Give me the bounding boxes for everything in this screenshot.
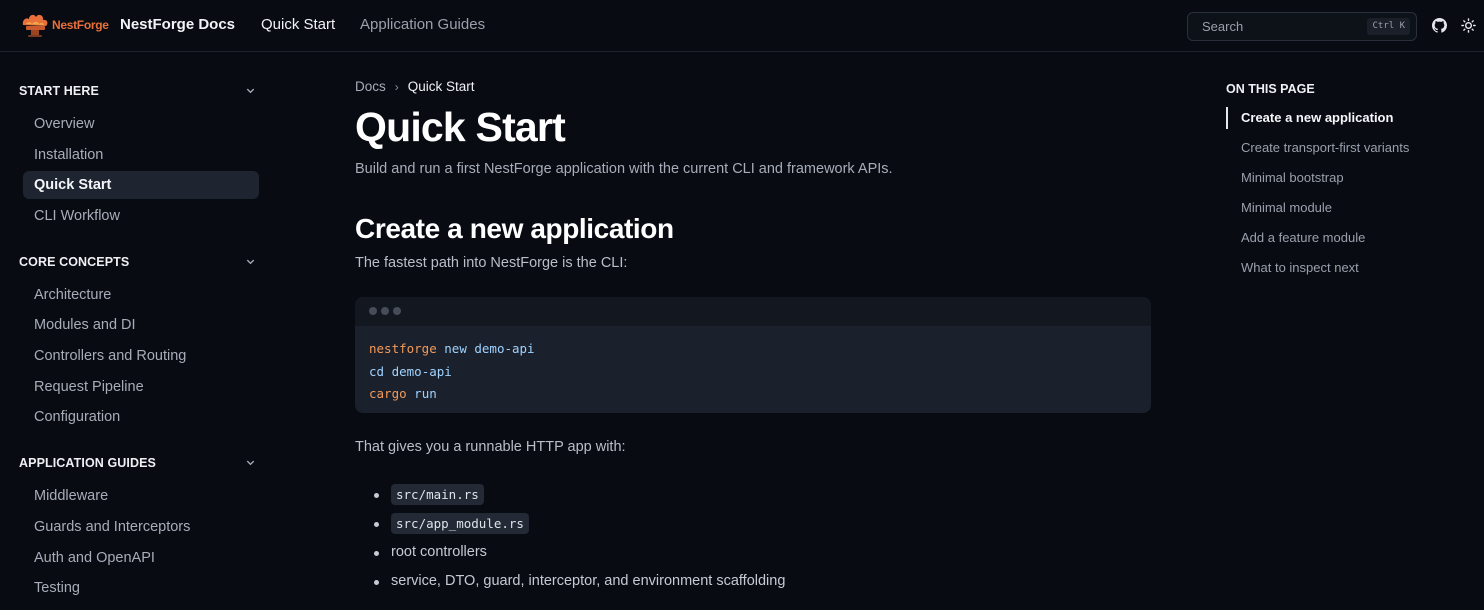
sidebar-section-title: START HERE — [19, 84, 99, 98]
code-block-titlebar — [355, 297, 1151, 326]
toc-title: ON THIS PAGE — [1226, 82, 1315, 96]
code-command: cd — [369, 363, 385, 379]
code-line: cargo run — [369, 383, 1137, 406]
sidebar-item-installation[interactable]: Installation — [23, 141, 259, 169]
chevron-down-icon — [246, 88, 255, 94]
chevron-down-icon — [246, 259, 255, 265]
code-arguments: new demo-api — [444, 341, 535, 356]
toc-item-create-new-application[interactable]: Create a new application — [1241, 110, 1393, 125]
search-button[interactable]: Search Ctrl K — [1187, 12, 1417, 41]
breadcrumb-docs-link[interactable]: Docs — [355, 79, 386, 94]
code-content[interactable]: nestforge new demo-api cd demo-api cargo… — [355, 326, 1151, 413]
list-item: src/main.rs — [373, 480, 785, 509]
window-dot-icon — [393, 307, 401, 315]
site-title[interactable]: NestForge Docs — [120, 16, 235, 33]
page-title: Quick Start — [355, 104, 566, 150]
sidebar-section-title: APPLICATION GUIDES — [19, 456, 156, 470]
github-icon[interactable] — [1432, 18, 1447, 33]
code-command: nestforge — [369, 341, 437, 356]
breadcrumb: Docs › Quick Start — [355, 79, 475, 94]
sidebar-item-cli-workflow[interactable]: CLI Workflow — [23, 202, 259, 230]
window-dot-icon — [381, 307, 389, 315]
code-block[interactable]: nestforge new demo-api cd demo-api cargo… — [355, 297, 1151, 413]
toc-item-minimal-bootstrap[interactable]: Minimal bootstrap — [1241, 170, 1344, 185]
breadcrumb-separator: › — [394, 79, 399, 94]
code-arguments: run — [414, 386, 437, 401]
sidebar-section-core-concepts[interactable]: CORE CONCEPTS — [19, 255, 262, 269]
top-navigation-bar: NestForge NestForge Docs Quick Start App… — [0, 0, 1484, 52]
sidebar-item-middleware[interactable]: Middleware — [23, 482, 259, 510]
logo-wordmark: NestForge — [52, 18, 109, 32]
sidebar-item-quick-start[interactable]: Quick Start — [23, 171, 259, 199]
code-arguments: demo-api — [391, 363, 452, 379]
sidebar-item-architecture[interactable]: Architecture — [23, 281, 259, 309]
toc-item-what-to-inspect-next[interactable]: What to inspect next — [1241, 260, 1359, 275]
nav-link-quick-start[interactable]: Quick Start — [261, 16, 335, 33]
code-line: cd demo-api — [369, 361, 1137, 384]
section-heading-create-new-application: Create a new application — [355, 213, 674, 244]
code-command: cargo — [369, 386, 407, 401]
sidebar-item-request-pipeline[interactable]: Request Pipeline — [23, 373, 259, 401]
toc-item-add-feature-module[interactable]: Add a feature module — [1241, 230, 1365, 245]
search-shortcut-badge: Ctrl K — [1367, 18, 1410, 35]
intro-paragraph: The fastest path into NestForge is the C… — [355, 255, 628, 271]
toc-item-transport-first-variants[interactable]: Create transport-first variants — [1241, 140, 1409, 155]
sidebar: START HERE Overview Installation Quick S… — [0, 52, 280, 610]
toc-item-minimal-module[interactable]: Minimal module — [1241, 200, 1332, 215]
nav-link-application-guides[interactable]: Application Guides — [360, 16, 485, 33]
result-paragraph: That gives you a runnable HTTP app with: — [355, 439, 626, 455]
sidebar-item-testing[interactable]: Testing — [23, 574, 259, 602]
sidebar-item-overview[interactable]: Overview — [23, 110, 259, 138]
forge-logo-icon — [22, 14, 48, 37]
sidebar-section-title: CORE CONCEPTS — [19, 255, 130, 269]
window-dot-icon — [369, 307, 377, 315]
sidebar-item-guards-and-interceptors[interactable]: Guards and Interceptors — [23, 513, 259, 541]
search-placeholder: Search — [1202, 19, 1244, 34]
sun-icon[interactable] — [1461, 18, 1476, 33]
sidebar-item-auth-and-openapi[interactable]: Auth and OpenAPI — [23, 544, 259, 572]
breadcrumb-current: Quick Start — [407, 79, 475, 94]
inline-code: src/main.rs — [391, 484, 484, 505]
logo[interactable]: NestForge — [20, 11, 109, 39]
sidebar-section-start-here[interactable]: START HERE — [19, 84, 262, 98]
list-item: root controllers — [373, 538, 785, 567]
sidebar-item-controllers-and-routing[interactable]: Controllers and Routing — [23, 342, 259, 370]
sidebar-item-configuration[interactable]: Configuration — [23, 403, 259, 431]
page-subtitle: Build and run a first NestForge applicat… — [355, 161, 893, 177]
code-line: nestforge new demo-api — [369, 338, 1137, 361]
list-item: service, DTO, guard, interceptor, and en… — [373, 567, 785, 596]
toc-active-indicator — [1226, 107, 1228, 129]
sidebar-item-modules-and-di[interactable]: Modules and DI — [23, 311, 259, 339]
scaffold-list: src/main.rs src/app_module.rs root contr… — [373, 480, 785, 596]
chevron-down-icon — [246, 460, 255, 466]
list-item: src/app_module.rs — [373, 509, 785, 538]
inline-code: src/app_module.rs — [391, 513, 529, 534]
sidebar-section-application-guides[interactable]: APPLICATION GUIDES — [19, 456, 262, 470]
